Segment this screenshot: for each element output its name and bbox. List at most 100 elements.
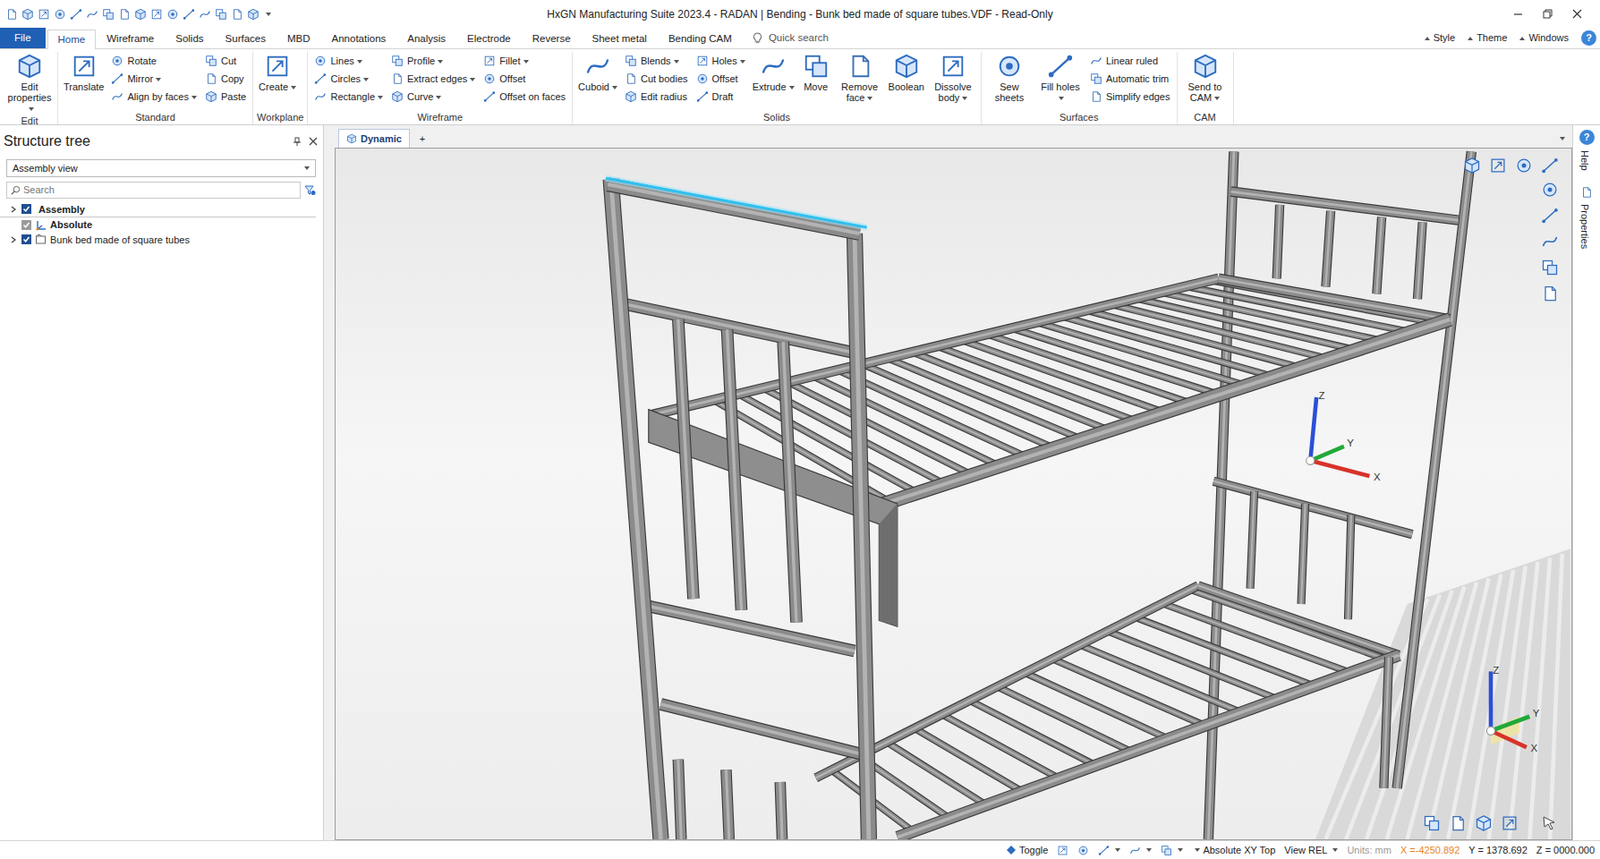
view-tool-button[interactable]	[1539, 282, 1561, 305]
ribbon-menu[interactable]: Windows	[1519, 30, 1569, 46]
ribbon-button[interactable]: Dissolve body	[928, 51, 978, 104]
ribbon-button[interactable]: Sew sheets	[985, 51, 1034, 104]
ribbon-button[interactable]: Offset	[480, 69, 569, 88]
quick-access-button[interactable]	[102, 8, 115, 21]
ribbon-tab[interactable]: Solids	[164, 29, 214, 49]
visibility-checkbox[interactable]	[21, 204, 32, 214]
restore-button[interactable]	[1542, 8, 1553, 19]
chevron-icon[interactable]	[9, 205, 18, 213]
ribbon-tab[interactable]: Annotations	[321, 29, 398, 49]
quick-access-button[interactable]	[198, 8, 212, 21]
quick-access-button[interactable]	[53, 8, 67, 21]
status-tool[interactable]	[1160, 844, 1183, 857]
ribbon-tab[interactable]: Analysis	[396, 29, 457, 49]
ribbon-button[interactable]: Offset on faces	[480, 87, 569, 106]
view-tool-button[interactable]	[1539, 178, 1561, 201]
view-tool-button[interactable]	[1539, 204, 1561, 227]
quick-access-button[interactable]	[150, 8, 163, 21]
close-button[interactable]	[1572, 8, 1583, 19]
ribbon-button[interactable]: Boolean	[886, 51, 927, 94]
ribbon-button[interactable]: Rectangle	[311, 87, 386, 106]
ribbon-tab[interactable]: Home	[47, 29, 97, 50]
view-tool-button[interactable]	[1421, 812, 1443, 835]
file-menu-button[interactable]: File	[0, 27, 46, 49]
ribbon-button[interactable]: Draft	[693, 87, 749, 106]
view-tool-button[interactable]	[1539, 230, 1561, 253]
ribbon-button[interactable]: Blends	[621, 51, 691, 70]
ribbon-tab[interactable]: Sheet metal	[581, 29, 658, 49]
view-tool-button[interactable]	[1487, 154, 1509, 177]
workplane-menu[interactable]: Absolute XY Top	[1191, 842, 1276, 859]
quick-access-button[interactable]	[5, 8, 18, 21]
quick-access-button[interactable]	[85, 8, 99, 21]
ribbon-button[interactable]: Move	[799, 51, 834, 94]
quick-access-button[interactable]	[246, 8, 260, 21]
close-panel-button[interactable]	[308, 136, 318, 146]
view-tool-button[interactable]	[1513, 154, 1535, 177]
quick-access-button[interactable]	[134, 8, 147, 21]
ribbon-button[interactable]: Profile	[388, 51, 478, 70]
ribbon-button[interactable]: Curve	[388, 87, 478, 106]
ribbon-tab[interactable]: MBD	[276, 29, 322, 49]
status-tool[interactable]	[1077, 844, 1090, 857]
tree-item[interactable]: Assembly	[0, 202, 316, 219]
ribbon-button[interactable]: Linear ruled	[1087, 51, 1174, 70]
ribbon-button[interactable]: Send to CAM	[1181, 51, 1230, 104]
status-tool[interactable]	[1056, 844, 1069, 857]
ribbon-button[interactable]: Create	[256, 51, 298, 94]
select-cursor-button[interactable]	[1539, 812, 1561, 835]
quick-access-button[interactable]	[69, 8, 83, 21]
chevron-icon[interactable]	[9, 236, 18, 244]
quick-access-button[interactable]	[230, 8, 244, 21]
pin-button[interactable]	[292, 136, 302, 147]
minimize-button[interactable]	[1513, 8, 1524, 19]
ribbon-button[interactable]: Offset	[693, 69, 749, 88]
visibility-checkbox[interactable]	[21, 234, 32, 245]
ribbon-button[interactable]: Cut bodies	[621, 69, 691, 88]
ribbon-button[interactable]: Align by faces	[108, 87, 199, 106]
status-tool[interactable]	[1129, 844, 1152, 857]
ribbon-button[interactable]: Cut	[202, 51, 249, 70]
ribbon-button[interactable]: Edit properties	[5, 51, 54, 115]
ribbon-button[interactable]: Copy	[202, 69, 249, 88]
tree-item[interactable]: Absolute	[0, 217, 324, 233]
ribbon-button[interactable]: Edit radius	[621, 87, 691, 106]
ribbon-button[interactable]: Simplify edges	[1087, 87, 1174, 106]
ribbon-tab[interactable]: Reverse	[521, 29, 582, 49]
side-tab[interactable]: Properties	[1577, 204, 1596, 260]
ribbon-menu[interactable]: Style	[1424, 30, 1456, 46]
view-dropdown[interactable]: Assembly view	[6, 159, 316, 178]
quick-access-button[interactable]	[37, 8, 51, 21]
view-tool-button[interactable]	[1539, 256, 1561, 279]
ribbon-button[interactable]: Translate	[61, 51, 106, 94]
ribbon-menu[interactable]: Theme	[1467, 30, 1507, 46]
ribbon-tab[interactable]: Surfaces	[214, 29, 277, 49]
view-tool-button[interactable]	[1461, 154, 1483, 177]
filter-button[interactable]	[304, 184, 316, 196]
ribbon-button[interactable]: Fillet	[480, 51, 569, 70]
quick-access-button[interactable]	[118, 8, 131, 21]
view-mode-menu[interactable]: View REL	[1284, 842, 1338, 859]
toggle-button[interactable]: Toggle	[1005, 842, 1048, 859]
ribbon-button[interactable]: Holes	[693, 51, 749, 70]
ribbon-button[interactable]: Circles	[311, 69, 386, 88]
ribbon-button[interactable]: Cuboid	[576, 51, 620, 94]
ribbon-button[interactable]: Fill holes	[1036, 51, 1085, 104]
ribbon-button[interactable]: Rotate	[108, 51, 199, 70]
ribbon-button[interactable]: Paste	[202, 87, 249, 106]
quick-search-input[interactable]	[766, 29, 893, 47]
3d-viewport[interactable]: ZYXZYX	[334, 147, 1573, 841]
ribbon-button[interactable]: Automatic trim	[1087, 69, 1174, 88]
help-icon[interactable]: ?	[1579, 129, 1595, 145]
quick-access-button[interactable]	[214, 8, 228, 21]
view-tool-button[interactable]	[1498, 812, 1521, 835]
ribbon-button[interactable]: Extract edges	[388, 69, 478, 88]
view-tool-button[interactable]	[1472, 812, 1495, 835]
quick-access-button[interactable]	[166, 8, 179, 21]
search-input[interactable]	[23, 182, 297, 198]
ribbon-tab[interactable]: Wireframe	[95, 29, 165, 49]
ribbon-button[interactable]: Extrude	[750, 51, 797, 94]
help-button[interactable]: ?	[1581, 30, 1597, 46]
ribbon-tab[interactable]: Electrode	[456, 29, 522, 49]
view-tool-button[interactable]	[1446, 812, 1469, 835]
